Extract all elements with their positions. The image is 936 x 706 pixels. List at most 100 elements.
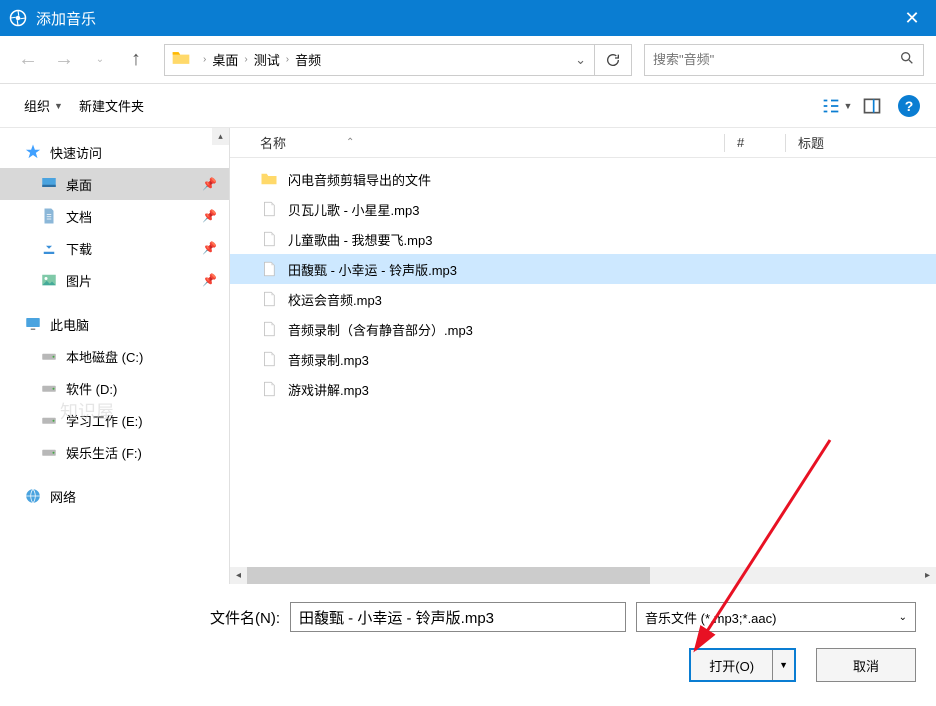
file-name: 田馥甄 - 小幸运 - 铃声版.mp3 <box>288 260 457 279</box>
filename-input[interactable] <box>290 602 626 632</box>
breadcrumb-item[interactable]: 测试 <box>250 50 284 69</box>
image-icon <box>40 271 58 289</box>
search-input[interactable] <box>653 52 899 67</box>
sidebar-item-label: 桌面 <box>66 175 92 194</box>
sidebar-item-download[interactable]: 下载 📌 <box>0 232 229 264</box>
doc-icon <box>40 207 58 225</box>
folder-icon <box>260 170 278 188</box>
pin-icon: 📌 <box>202 273 217 287</box>
drive-icon <box>40 443 58 461</box>
sidebar-drive-item[interactable]: 软件 (D:) <box>0 372 229 404</box>
file-icon <box>260 380 278 398</box>
file-type-filter[interactable]: 音乐文件 (*.mp3;*.aac) ⌄ <box>636 602 916 632</box>
new-folder-button[interactable]: 新建文件夹 <box>71 92 152 119</box>
file-name: 贝瓦儿歌 - 小星星.mp3 <box>288 200 419 219</box>
sidebar-network[interactable]: 网络 <box>0 480 229 512</box>
sidebar-item-label: 软件 (D:) <box>66 379 117 398</box>
sidebar-item-desktop[interactable]: 桌面 📌 <box>0 168 229 200</box>
cancel-button[interactable]: 取消 <box>816 648 916 682</box>
organize-label: 组织 <box>24 96 50 115</box>
drive-icon <box>40 347 58 365</box>
scrollbar-track[interactable] <box>247 567 919 584</box>
network-icon <box>24 487 42 505</box>
file-icon <box>260 290 278 308</box>
breadcrumb-separator: › <box>201 54 208 65</box>
breadcrumb-item[interactable]: 桌面 <box>208 50 242 69</box>
drive-icon <box>40 379 58 397</box>
file-row[interactable]: 闪电音频剪辑导出的文件 <box>230 164 936 194</box>
filter-label: 音乐文件 (*.mp3;*.aac) <box>645 608 776 627</box>
organize-button[interactable]: 组织 ▼ <box>16 92 71 119</box>
nav-up-button[interactable]: ↑ <box>120 44 152 76</box>
nav-back-button[interactable]: ← <box>12 44 44 76</box>
file-icon <box>260 260 278 278</box>
nav-forward-button[interactable]: → <box>48 44 80 76</box>
file-name: 校运会音频.mp3 <box>288 290 382 309</box>
download-icon <box>40 239 58 257</box>
scroll-right-button[interactable]: ▸ <box>919 570 936 581</box>
new-folder-label: 新建文件夹 <box>79 96 144 115</box>
file-row[interactable]: 音频录制（含有静音部分）.mp3 <box>230 314 936 344</box>
file-name: 音频录制（含有静音部分）.mp3 <box>288 320 473 339</box>
refresh-button[interactable] <box>594 45 631 75</box>
scroll-left-button[interactable]: ◂ <box>230 570 247 581</box>
file-row[interactable]: 贝瓦儿歌 - 小星星.mp3 <box>230 194 936 224</box>
file-rows: 闪电音频剪辑导出的文件贝瓦儿歌 - 小星星.mp3 儿童歌曲 - 我想要飞.mp3… <box>230 158 936 567</box>
sidebar-item-doc[interactable]: 文档📌 <box>0 200 229 232</box>
scrollbar-thumb[interactable] <box>247 567 650 584</box>
address-dropdown[interactable]: ⌄ <box>567 52 594 68</box>
sidebar-item-label: 图片 <box>66 271 92 290</box>
pin-icon: 📌 <box>202 177 217 191</box>
file-icon <box>260 320 278 338</box>
pin-icon: 📌 <box>202 241 217 255</box>
column-name[interactable]: 名称 ⌃ <box>260 133 724 152</box>
file-list: 名称 ⌃ # 标题 闪电音频剪辑导出的文件贝瓦儿歌 - 小星星.mp3 儿童歌曲 … <box>230 128 936 584</box>
sidebar-quick-access[interactable]: 快速访问 <box>0 136 229 168</box>
toolbar: 组织 ▼ 新建文件夹 ▼ ? <box>0 84 936 128</box>
sidebar-item-label: 本地磁盘 (C:) <box>66 347 143 366</box>
view-mode-button[interactable]: ▼ <box>818 90 854 122</box>
sidebar-label: 网络 <box>50 487 76 506</box>
column-title[interactable]: 标题 <box>786 133 936 152</box>
filename-label: 文件名(N): <box>20 607 280 628</box>
sidebar-item-image[interactable]: 图片 📌 <box>0 264 229 296</box>
sidebar-item-label: 娱乐生活 (F:) <box>66 443 142 462</box>
window-title: 添加音乐 <box>36 8 888 29</box>
file-row[interactable]: 音频录制.mp3 <box>230 344 936 374</box>
preview-pane-button[interactable] <box>854 90 890 122</box>
search-box[interactable] <box>644 44 924 76</box>
sidebar-item-label: 文档 <box>66 207 92 226</box>
sidebar-label: 快速访问 <box>50 143 102 162</box>
sidebar-this-pc[interactable]: 此电脑 <box>0 308 229 340</box>
open-label: 打开(O) <box>691 656 772 675</box>
scroll-up-button[interactable]: ▴ <box>212 128 229 145</box>
file-icon <box>260 230 278 248</box>
sidebar-item-label: 下载 <box>66 239 92 258</box>
desktop-icon <box>40 175 58 193</box>
title-bar: 添加音乐 ✕ <box>0 0 936 36</box>
file-row[interactable]: 田馥甄 - 小幸运 - 铃声版.mp3 <box>230 254 936 284</box>
open-split-dropdown[interactable]: ▼ <box>772 650 794 680</box>
search-icon[interactable] <box>899 50 915 69</box>
sidebar: ▴ 快速访问 桌面 📌 文档📌 下载 📌 图片 📌 此电脑 本地磁盘 (C:) 软件 (D:)… <box>0 128 230 584</box>
file-row[interactable]: 儿童歌曲 - 我想要飞.mp3 <box>230 224 936 254</box>
sidebar-drive-item[interactable]: 娱乐生活 (F:) <box>0 436 229 468</box>
address-bar[interactable]: › 桌面 › 测试 › 音频 ⌄ <box>164 44 632 76</box>
file-list-header: 名称 ⌃ # 标题 <box>230 128 936 158</box>
column-number[interactable]: # <box>725 135 785 150</box>
pc-icon <box>24 315 42 333</box>
breadcrumb-separator: › <box>242 54 249 65</box>
breadcrumb-item[interactable]: 音频 <box>291 50 325 69</box>
file-row[interactable]: 游戏讲解.mp3 <box>230 374 936 404</box>
chevron-down-icon: ⌄ <box>899 612 907 623</box>
sidebar-drive-item[interactable]: 学习工作 (E:) <box>0 404 229 436</box>
file-row[interactable]: 校运会音频.mp3 <box>230 284 936 314</box>
close-button[interactable]: ✕ <box>888 0 936 36</box>
main-area: ▴ 快速访问 桌面 📌 文档📌 下载 📌 图片 📌 此电脑 本地磁盘 (C:) 软件 (D:)… <box>0 128 936 584</box>
horizontal-scrollbar[interactable]: ◂ ▸ <box>230 567 936 584</box>
help-button[interactable]: ? <box>898 95 920 117</box>
open-button[interactable]: 打开(O) ▼ <box>689 648 796 682</box>
sidebar-drive-item[interactable]: 本地磁盘 (C:) <box>0 340 229 372</box>
nav-recent-dropdown[interactable]: ⌄ <box>84 44 116 76</box>
breadcrumb-separator: › <box>284 54 291 65</box>
